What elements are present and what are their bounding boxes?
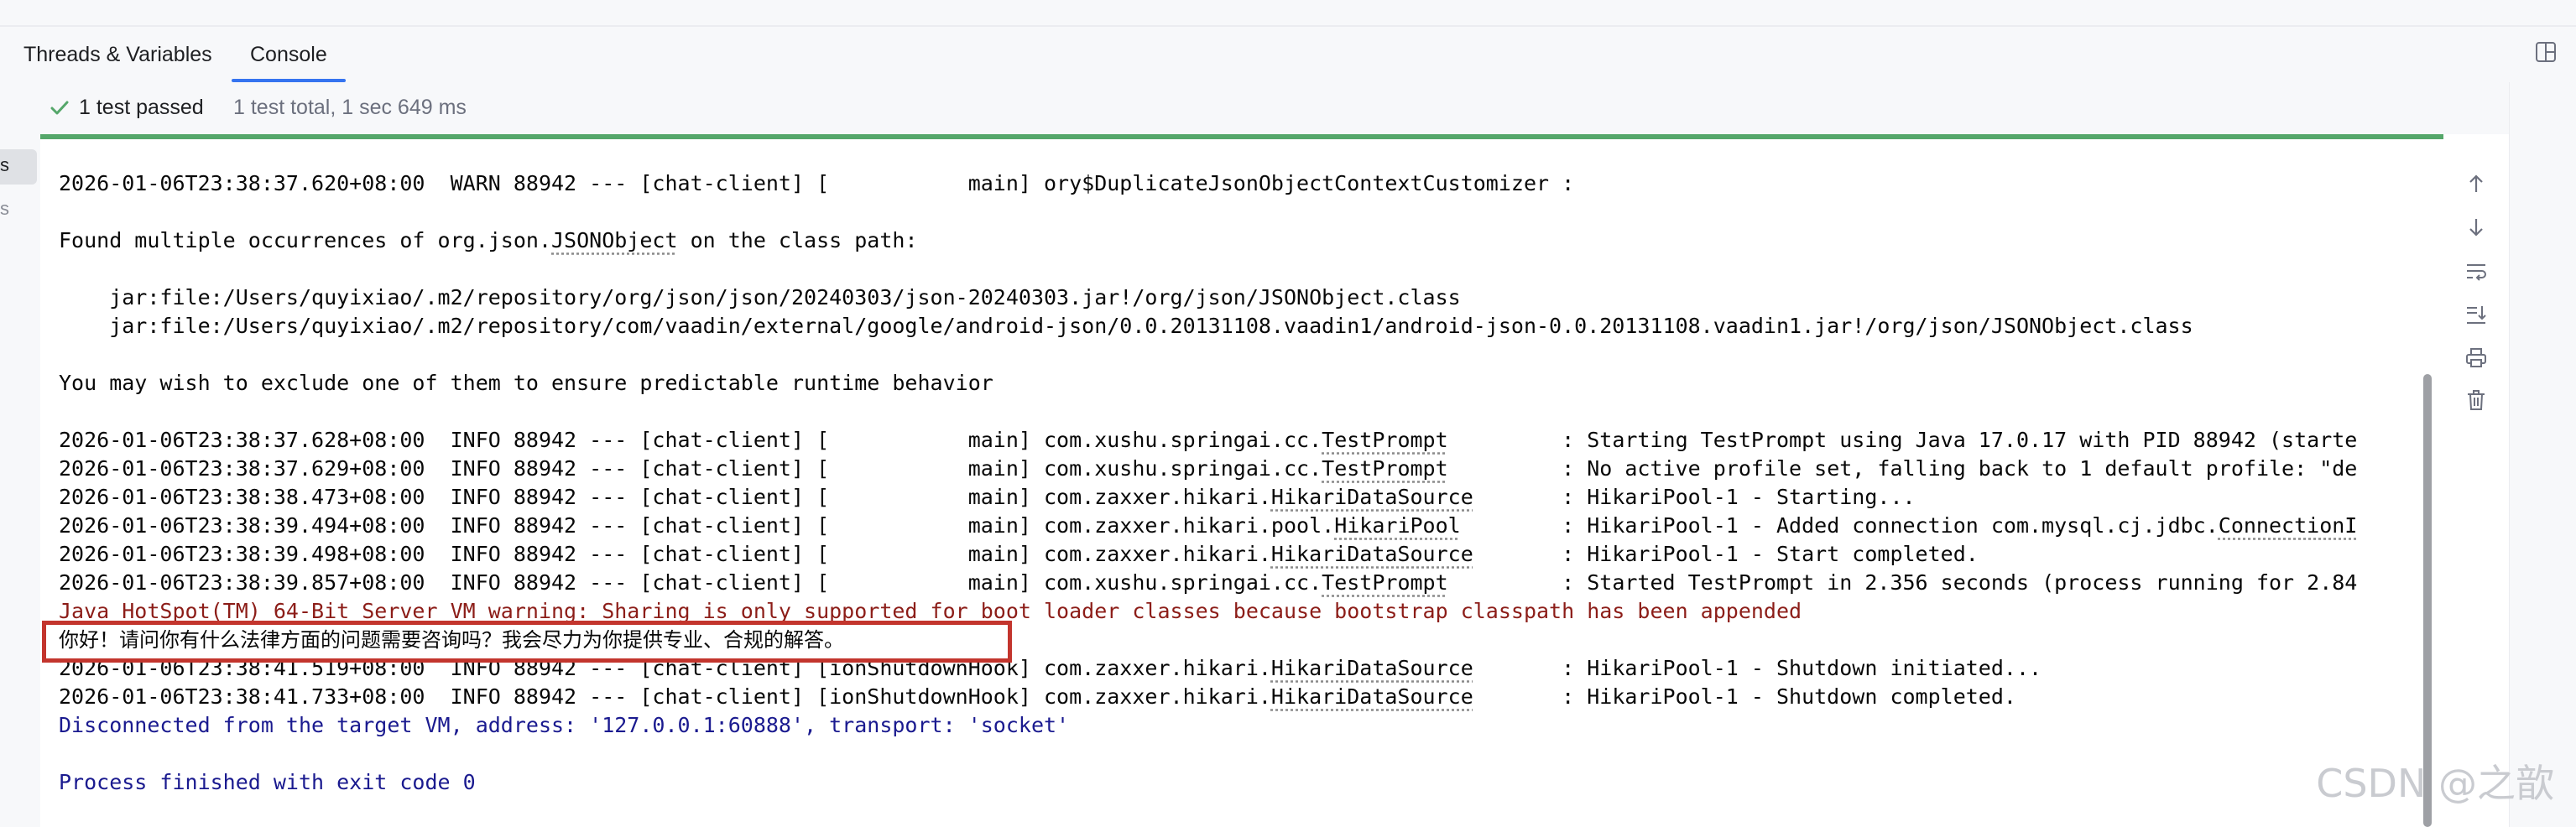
console-line: 2026-01-06T23:38:41.733+08:00 INFO 88942… bbox=[59, 684, 2016, 709]
console-line: 2026-01-06T23:38:37.629+08:00 INFO 88942… bbox=[59, 456, 2358, 481]
top-strip bbox=[0, 0, 2576, 27]
left-panel: s s bbox=[0, 82, 41, 827]
trash-icon[interactable] bbox=[2464, 387, 2489, 413]
console-output[interactable]: 2026-01-06T23:38:37.620+08:00 WARN 88942… bbox=[40, 139, 2443, 827]
right-tool-strip bbox=[2509, 82, 2576, 827]
console-line: jar:file:/Users/quyixiao/.m2/repository/… bbox=[59, 285, 1461, 309]
scroll-to-end-icon[interactable] bbox=[2464, 302, 2489, 327]
console-system-line: Process finished with exit code 0 bbox=[59, 770, 476, 794]
tests-passed-label: 1 test passed bbox=[79, 96, 204, 119]
highlight-box bbox=[42, 621, 1012, 663]
console-line: 2026-01-06T23:38:39.857+08:00 INFO 88942… bbox=[59, 570, 2358, 595]
tests-total-label: 1 test total, 1 sec 649 ms bbox=[233, 96, 467, 119]
left-panel-label-2: s bbox=[0, 198, 9, 219]
watermark: CSDN @之歆 bbox=[2316, 761, 2554, 806]
console-line: 2026-01-06T23:38:39.498+08:00 INFO 88942… bbox=[59, 542, 1979, 566]
console-system-line: Disconnected from the target VM, address… bbox=[59, 713, 1070, 737]
console-line: 2026-01-06T23:38:37.620+08:00 WARN 88942… bbox=[59, 171, 1575, 195]
down-arrow-icon[interactable] bbox=[2464, 215, 2489, 240]
console-toolbar bbox=[2443, 139, 2509, 827]
console-line: jar:file:/Users/quyixiao/.m2/repository/… bbox=[59, 314, 2193, 338]
tab-console[interactable]: Console bbox=[232, 27, 346, 82]
layout-icon[interactable] bbox=[2534, 40, 2558, 64]
console-line: You may wish to exclude one of them to e… bbox=[59, 371, 993, 395]
left-panel-label-1: s bbox=[0, 154, 9, 175]
soft-wrap-icon[interactable] bbox=[2464, 258, 2489, 283]
check-icon bbox=[50, 101, 69, 115]
tab-bar: Threads & Variables Console bbox=[0, 27, 2576, 82]
up-arrow-icon[interactable] bbox=[2464, 171, 2489, 196]
tab-threads-variables[interactable]: Threads & Variables bbox=[23, 27, 212, 82]
console-line: 2026-01-06T23:38:38.473+08:00 INFO 88942… bbox=[59, 485, 1916, 509]
console-line: 2026-01-06T23:38:39.494+08:00 INFO 88942… bbox=[59, 513, 2358, 538]
test-status-bar: 1 test passed 1 test total, 1 sec 649 ms bbox=[40, 82, 2509, 134]
print-icon[interactable] bbox=[2464, 346, 2489, 371]
console-line: 2026-01-06T23:38:37.628+08:00 INFO 88942… bbox=[59, 428, 2358, 452]
console-line: Found multiple occurrences of org.json.J… bbox=[59, 228, 918, 252]
